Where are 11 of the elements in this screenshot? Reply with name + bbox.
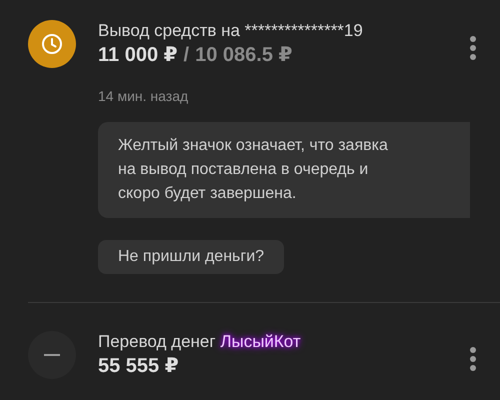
info-message: Желтый значок означает, что заявка на вывод поставлена в очередь и скоро будет завершена. [98,122,470,218]
more-icon[interactable] [470,36,476,60]
separator: / [184,43,190,68]
amount: 55 555 ₽ [98,354,179,379]
timestamp: 14 мин. назад [98,88,190,104]
operation-title: Вывод средств на ***************19 [98,20,364,42]
help-button[interactable]: Не пришли деньги? [98,240,284,274]
amount: 11 000 ₽ [98,43,178,68]
received-amount: 10 086.5 ₽ [195,43,292,68]
operation-title: Перевод денег ЛысыйКот [98,331,302,353]
more-icon[interactable] [470,347,476,371]
